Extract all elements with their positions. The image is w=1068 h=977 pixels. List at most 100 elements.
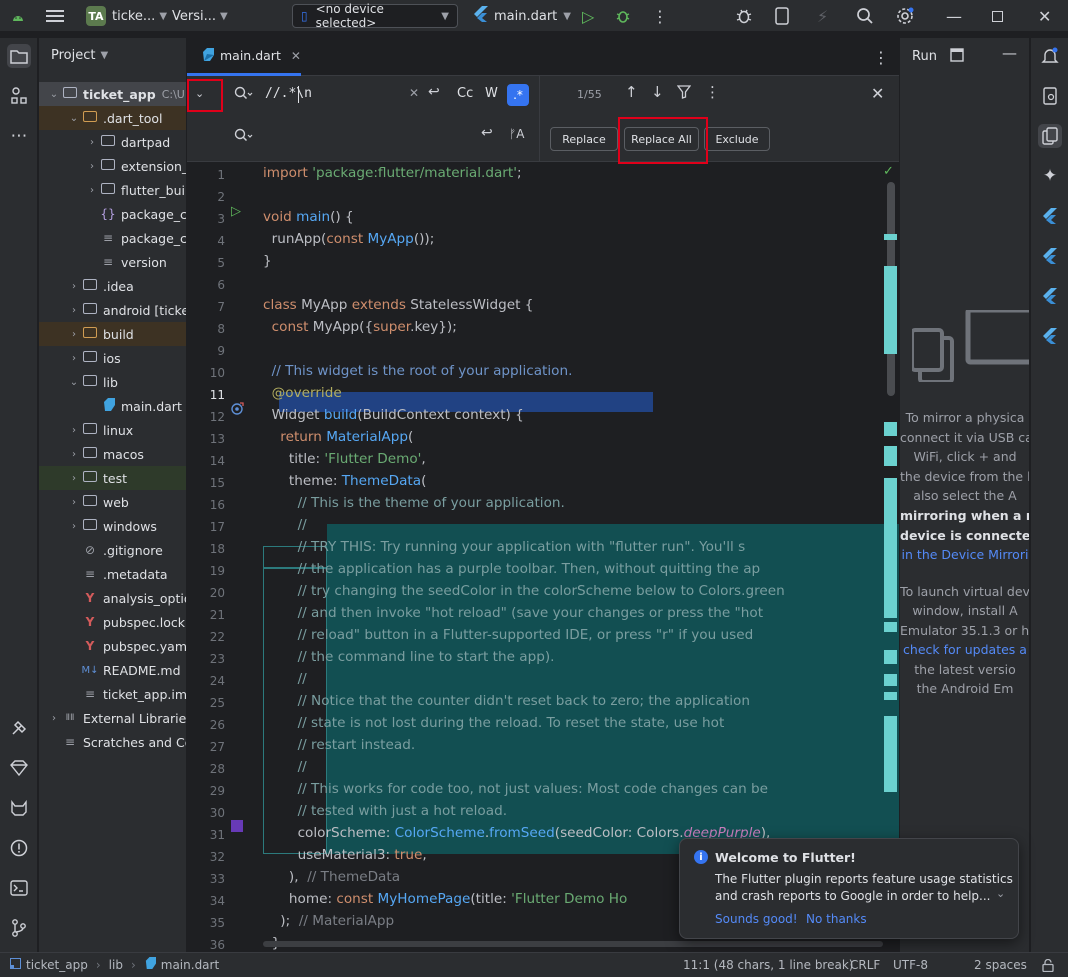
tree-item[interactable]: › ios [39, 346, 186, 370]
sounds-good-link[interactable]: Sounds good! [715, 912, 798, 926]
terminal-icon[interactable] [7, 876, 31, 900]
tree-item[interactable]: › android [ticke [39, 298, 186, 322]
regex-toggle[interactable]: .* [507, 84, 529, 106]
tree-item[interactable]: › dartpad [39, 130, 186, 154]
tree-item[interactable]: {} package_co [39, 202, 186, 226]
chevron-down-icon[interactable]: ⌄ [67, 113, 81, 124]
breadcrumb-project[interactable]: ticket_app [26, 953, 88, 977]
close-find-icon[interactable]: ✕ [871, 84, 884, 103]
tree-item[interactable]: ≡ Scratches and Co [39, 730, 186, 754]
problems-icon[interactable] [7, 836, 31, 860]
tree-item[interactable]: › web [39, 490, 186, 514]
close-window-icon[interactable]: ✕ [1038, 0, 1051, 32]
chevron-right-icon[interactable]: › [67, 305, 81, 316]
vcs-widget[interactable]: Versi... ▼ [172, 0, 228, 32]
search-history-icon[interactable] [234, 85, 254, 104]
replace-new-line-icon[interactable]: ↩ [481, 125, 493, 141]
tree-item[interactable]: ⌄ ticket_app C:\U [39, 82, 186, 106]
mirror-info-line[interactable]: in the Device Mirrori [900, 545, 1029, 565]
replace-button[interactable]: Replace [550, 127, 618, 151]
chevron-right-icon[interactable]: › [67, 521, 81, 532]
bug-icon[interactable] [735, 0, 753, 32]
preserve-case-icon[interactable]: ᚠA [509, 127, 524, 141]
run-config-selector[interactable]: main.dart ▼ [474, 0, 571, 32]
project-switcher[interactable]: TA ticke... ▼ [86, 0, 167, 32]
more-tools-icon[interactable]: ⋯ [7, 124, 31, 148]
tree-item[interactable]: › windows [39, 514, 186, 538]
search-icon[interactable] [856, 0, 874, 32]
chevron-right-icon[interactable]: › [67, 497, 81, 508]
tree-item[interactable]: ⌄ lib [39, 370, 186, 394]
run-icon[interactable]: ▷ [582, 0, 594, 32]
tree-item[interactable]: › build [39, 322, 186, 346]
structure-icon[interactable] [7, 84, 31, 108]
gem-icon[interactable] [7, 756, 31, 780]
run-gutter-icon[interactable]: ▷ [231, 204, 241, 219]
override-gutter-icon[interactable] [231, 402, 244, 418]
replace-history-icon[interactable] [234, 127, 254, 146]
logcat-cat-icon[interactable] [7, 796, 31, 820]
notifications-bell-icon[interactable] [1038, 44, 1062, 68]
previous-occurrence-icon[interactable]: ↑ [625, 83, 638, 101]
debug-icon[interactable] [615, 0, 631, 32]
tree-item[interactable]: Ypubspec.lock [39, 610, 186, 634]
breadcrumb-dir[interactable]: lib [109, 953, 123, 977]
ai-sparkle-icon[interactable]: ✦ [1038, 164, 1062, 188]
tree-item[interactable]: › linux [39, 418, 186, 442]
color-swatch-icon[interactable] [231, 820, 243, 832]
more-find-options-icon[interactable]: ⋮ [705, 83, 720, 101]
tab-options-icon[interactable]: ⋮ [873, 48, 889, 67]
code-area[interactable]: import 'package:flutter/material.dart'; … [263, 162, 899, 952]
flutter-devtools-icon[interactable] [1038, 324, 1062, 348]
tree-item[interactable]: ≡ ticket_app.iml [39, 682, 186, 706]
lock-icon[interactable] [1042, 953, 1054, 977]
chevron-right-icon[interactable]: › [67, 329, 81, 340]
expand-chevron-icon[interactable]: ⌄ [996, 887, 1005, 900]
tree-item[interactable]: ⊘ .gitignore [39, 538, 186, 562]
device-selector[interactable]: ▯ <no device selected> ▼ [292, 0, 458, 32]
device-explorer-icon[interactable] [1038, 84, 1062, 108]
tree-item[interactable]: › test [39, 466, 186, 490]
chevron-right-icon[interactable]: › [85, 137, 99, 148]
flutter-performance-icon[interactable] [1038, 284, 1062, 308]
chevron-right-icon[interactable]: › [67, 449, 81, 460]
tree-item[interactable]: › extension_ [39, 154, 186, 178]
chevron-right-icon[interactable]: › [47, 713, 61, 724]
new-line-icon[interactable]: ↩ [428, 84, 440, 100]
line-separator[interactable]: CRLF [850, 953, 880, 977]
git-icon[interactable] [7, 916, 31, 940]
tree-item[interactable]: ≡ .metadata [39, 562, 186, 586]
caret-position[interactable]: 11:1 (48 chars, 1 line break) [683, 953, 853, 977]
chevron-down-icon[interactable]: ⌄ [67, 377, 81, 388]
breadcrumb-file[interactable]: main.dart [161, 953, 219, 977]
tree-item[interactable]: › flutter_buil [39, 178, 186, 202]
tree-item[interactable]: ≡ package_co [39, 226, 186, 250]
file-encoding[interactable]: UTF-8 [893, 953, 928, 977]
lightning-icon[interactable]: ⚡ [817, 0, 828, 32]
tree-item[interactable]: › ⅡⅡ External Libraries [39, 706, 186, 730]
emulator-info-line[interactable]: check for updates a [900, 640, 1029, 660]
tree-item[interactable]: Ypubspec.yaml [39, 634, 186, 658]
window-options-icon[interactable] [950, 48, 964, 65]
next-occurrence-icon[interactable]: ↓ [651, 83, 664, 101]
tree-item[interactable]: › macos [39, 442, 186, 466]
chevron-down-icon[interactable]: ⌄ [47, 89, 61, 100]
device-manager-icon[interactable] [775, 0, 789, 32]
maximize-window-icon[interactable] [992, 0, 1003, 32]
match-case-toggle[interactable]: Cc [457, 86, 473, 101]
close-tab-icon[interactable]: ✕ [291, 49, 301, 63]
build-hammer-icon[interactable] [7, 716, 31, 740]
horizontal-scrollbar[interactable] [263, 941, 883, 947]
hide-panel-icon[interactable]: — [1002, 44, 1017, 62]
chevron-right-icon[interactable]: › [67, 281, 81, 292]
tree-item[interactable]: main.dart [39, 394, 186, 418]
clear-search-icon[interactable]: ✕ [409, 86, 419, 100]
chevron-right-icon[interactable]: › [85, 185, 99, 196]
tree-item[interactable]: ≡ version [39, 250, 186, 274]
project-panel-header[interactable]: Project ▼ [51, 48, 108, 63]
minimize-window-icon[interactable]: — [946, 0, 962, 32]
chevron-right-icon[interactable]: › [67, 425, 81, 436]
filter-icon[interactable] [676, 85, 692, 102]
find-input[interactable]: //.*\n [265, 86, 312, 101]
whole-words-toggle[interactable]: W [485, 86, 498, 101]
